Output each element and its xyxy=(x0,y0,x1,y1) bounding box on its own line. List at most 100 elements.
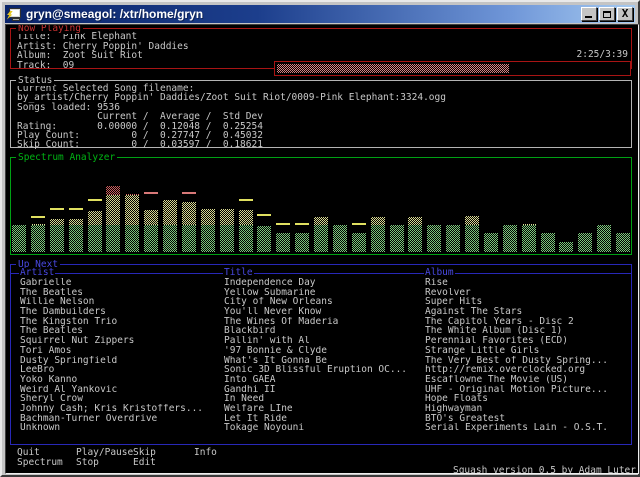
menu-item-edit[interactable]: Edit xyxy=(133,458,156,468)
spectrum-bar xyxy=(333,159,347,252)
title-cell: City of New Orleans xyxy=(224,297,422,307)
title-cell: What's It Gonna Be xyxy=(224,356,422,366)
title-cell: Gandhi II xyxy=(224,385,422,395)
terminal-icon xyxy=(7,7,22,22)
spectrum-bar xyxy=(427,159,441,252)
artist-cell: Bachman-Turner Overdrive xyxy=(20,414,220,424)
up-next-row[interactable]: Dusty SpringfieldWhat's It Gonna BeThe V… xyxy=(11,356,630,366)
artist-cell: The Beatles xyxy=(20,288,220,298)
spectrum-bar xyxy=(484,159,498,252)
close-icon: X xyxy=(622,9,629,19)
artist-cell: Willie Nelson xyxy=(20,297,220,307)
album-cell: Serial Experiments Lain - O.S.T. xyxy=(425,423,631,433)
spectrum-bar xyxy=(50,159,64,252)
spectrum-bar xyxy=(88,159,102,252)
album-cell: UHF - Original Motion Picture... xyxy=(425,385,631,395)
album-cell: The Capitol Years - Disc 2 xyxy=(425,317,631,327)
album-cell: Escaflowne The Movie (US) xyxy=(425,375,631,385)
album-cell: Revolver xyxy=(425,288,631,298)
version-text: Squash version 0.5 by Adam Luter xyxy=(453,466,636,474)
spectrum-bar xyxy=(201,159,215,252)
artist-cell: Unknown xyxy=(20,423,220,433)
artist-cell: Tori Amos xyxy=(20,346,220,356)
title-cell: Tokage Noyouni xyxy=(224,423,422,433)
menu-item-spectrum[interactable]: Spectrum xyxy=(17,458,63,468)
spectrum-bar xyxy=(144,159,158,252)
up-next-row[interactable]: The DambuildersYou'll Never KnowAgainst … xyxy=(11,307,630,317)
title-cell: You'll Never Know xyxy=(224,307,422,317)
title-cell: Yellow Submarine xyxy=(224,288,422,298)
up-next-row[interactable]: GabrielleIndependence DayRise xyxy=(11,278,630,288)
artist-cell: Johnny Cash; Kris Kristoffers... xyxy=(20,404,220,414)
terminal-window: gryn@smeagol: /xtr/home/gryn X Now Playi… xyxy=(0,0,640,477)
progress-bar[interactable] xyxy=(274,61,631,76)
spectrum-peak-mark xyxy=(50,208,64,210)
title-cell: In Need xyxy=(224,394,422,404)
title-cell: Independence Day xyxy=(224,278,422,288)
artist-cell: The Beatles xyxy=(20,326,220,336)
up-next-row[interactable]: The Beatles Yellow SubmarineRevolver xyxy=(11,288,630,298)
up-next-row[interactable]: The BeatlesBlackbirdThe White Album (Dis… xyxy=(11,326,630,336)
spectrum-peak-mark xyxy=(295,223,309,225)
album-cell: Strange Little Girls xyxy=(425,346,631,356)
up-next-row[interactable]: Unknown Tokage NoyouniSerial Experiments … xyxy=(11,423,630,433)
spectrum-bar xyxy=(239,159,253,252)
spectrum-bar xyxy=(597,159,611,252)
spectrum-bar xyxy=(69,159,83,252)
status-lines: Current Selected Song filename:by_artist… xyxy=(11,81,631,150)
album-cell: Super Hits xyxy=(425,297,631,307)
menu-item-stop[interactable]: Stop xyxy=(76,458,99,468)
spectrum-bar xyxy=(541,159,555,252)
title-cell: '97 Bonnie & Clyde xyxy=(224,346,422,356)
up-next-row[interactable]: Weird Al YankovicGandhi IIUHF - Original… xyxy=(11,385,630,395)
up-next-row[interactable]: Sheryl CrowIn NeedHope Floats xyxy=(11,394,630,404)
artist-cell: Yoko Kanno xyxy=(20,375,220,385)
spectrum-bar xyxy=(31,159,45,252)
spectrum-bars xyxy=(12,159,630,252)
spectrum-bar xyxy=(522,159,536,252)
up-next-row[interactable]: Squirrel Nut ZippersPallin' with AlPeren… xyxy=(11,336,630,346)
artist-cell: Sheryl Crow xyxy=(20,394,220,404)
spectrum-peak-mark xyxy=(88,199,102,201)
column-header-line xyxy=(11,273,631,274)
close-button[interactable]: X xyxy=(617,7,633,21)
title-cell: Into GAEA xyxy=(224,375,422,385)
title-cell: Blackbird xyxy=(224,326,422,336)
spectrum-peak-mark xyxy=(276,223,290,225)
spectrum-bar xyxy=(408,159,422,252)
spectrum-bar xyxy=(390,159,404,252)
up-next-row[interactable]: The Kingston TrioThe Wines Of MaderiaThe… xyxy=(11,317,630,327)
artist-cell: Gabrielle xyxy=(20,278,220,288)
up-next-row[interactable]: Tori Amos '97 Bonnie & ClydeStrange Littl… xyxy=(11,346,630,356)
spectrum-peak-mark xyxy=(144,192,158,194)
spectrum-bar xyxy=(371,159,385,252)
now-playing-section-title: Now Playing xyxy=(16,24,83,34)
up-next-row[interactable]: Yoko Kanno Into GAEAEscaflowne The Movie … xyxy=(11,375,630,385)
titlebar[interactable]: gryn@smeagol: /xtr/home/gryn X xyxy=(5,5,635,23)
spectrum-peak-mark xyxy=(182,192,196,194)
minimize-button[interactable] xyxy=(581,7,597,21)
up-next-row[interactable]: Johnny Cash; Kris Kristoffers...Welfare … xyxy=(11,404,630,414)
maximize-button[interactable] xyxy=(599,7,615,21)
spectrum-bar xyxy=(503,159,517,252)
spectrum-bar xyxy=(446,159,460,252)
up-next-section: Up Next Artist Title Album GabrielleInde… xyxy=(10,264,632,445)
album-cell: Perennial Favorites (ECD) xyxy=(425,336,631,346)
menu-item-info[interactable]: Info xyxy=(194,448,217,458)
album-cell: BTO's Greatest xyxy=(425,414,631,424)
up-next-row[interactable]: Bachman-Turner OverdriveLet It RideBTO's… xyxy=(11,414,630,424)
maximize-icon xyxy=(603,11,611,18)
menu-row-1: QuitPlay/PauseSkipInfo xyxy=(6,448,638,458)
status-section: Status Current Selected Song filename:by… xyxy=(10,80,632,148)
artist-cell: LeeBro xyxy=(20,365,220,375)
artist-cell: Dusty Springfield xyxy=(20,356,220,366)
terminal-screen: Now Playing Title: Pink ElephantArtist: … xyxy=(5,24,639,474)
playback-time: 2:25/3:39 xyxy=(577,50,628,60)
up-next-row[interactable]: LeeBroSonic 3D Blissful Eruption OC...ht… xyxy=(11,365,630,375)
up-next-row[interactable]: Willie Nelson City of New OrleansSuper Hi… xyxy=(11,297,630,307)
stats-row: Skip Count: 0 / 0.03597 / 0.18621 xyxy=(17,140,631,149)
title-cell: Sonic 3D Blissful Eruption OC... xyxy=(224,365,422,375)
spectrum-bar xyxy=(276,159,290,252)
minimize-icon xyxy=(585,16,592,18)
spectrum-bar xyxy=(182,159,196,252)
